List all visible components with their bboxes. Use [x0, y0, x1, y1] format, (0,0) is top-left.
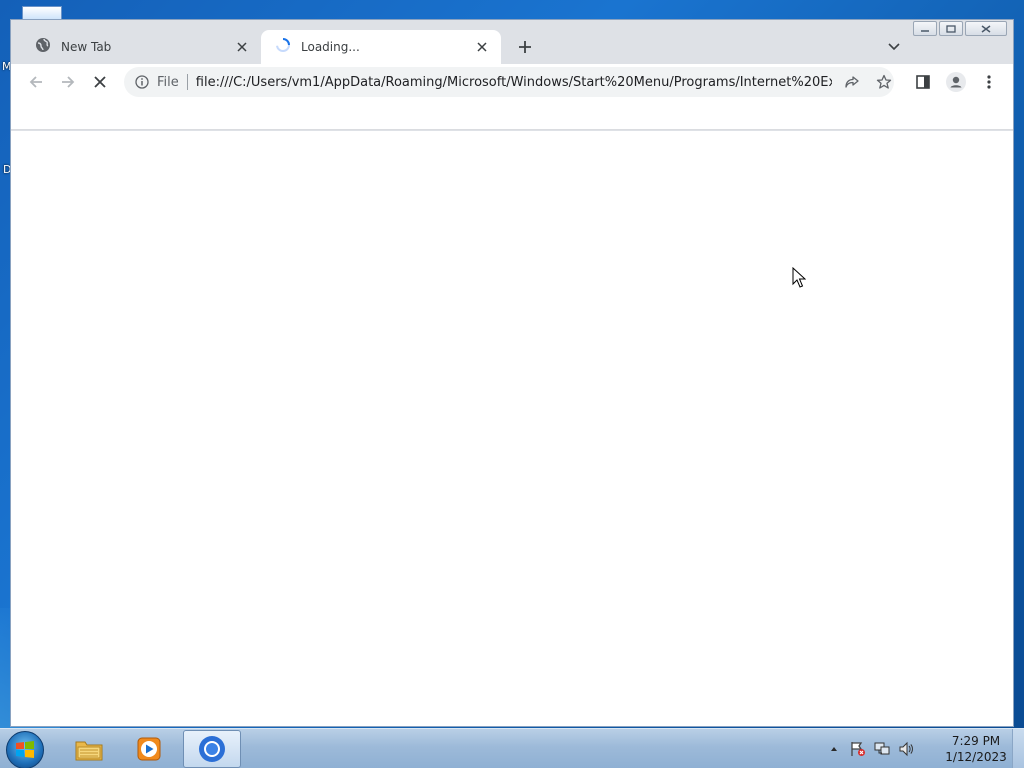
forward-button[interactable] — [54, 68, 82, 96]
desktop-icon[interactable] — [22, 6, 62, 20]
profile-avatar-icon[interactable] — [942, 68, 970, 96]
maximize-button[interactable] — [939, 21, 963, 36]
show-hidden-icons-icon[interactable] — [826, 741, 842, 757]
tab-strip: New Tab Loading... — [11, 20, 1013, 64]
chrome-icon — [199, 736, 225, 762]
scheme-divider — [186, 74, 188, 90]
action-center-flag-icon[interactable] — [850, 741, 866, 757]
more-menu-icon[interactable] — [975, 68, 1003, 96]
tab-new-tab[interactable]: New Tab — [21, 30, 261, 64]
tab-title: Loading... — [301, 40, 360, 54]
stop-loading-button[interactable] — [86, 68, 114, 96]
windows-logo-icon — [16, 741, 34, 758]
window-controls — [913, 21, 1007, 36]
clock-date: 1/12/2023 — [945, 750, 1007, 764]
chevron-down-icon[interactable] — [883, 36, 905, 58]
close-tab-icon[interactable] — [473, 38, 491, 56]
share-icon[interactable] — [842, 72, 862, 92]
show-desktop-button[interactable] — [1012, 729, 1024, 768]
taskbar-chrome[interactable] — [183, 730, 241, 768]
network-icon[interactable] — [874, 741, 890, 757]
page-content[interactable] — [11, 131, 1013, 726]
media-player-icon — [137, 737, 161, 761]
tab-title: New Tab — [61, 40, 112, 54]
scheme-label: File — [157, 74, 179, 90]
info-icon[interactable] — [134, 74, 150, 90]
taskbar-clock[interactable]: 7:29 PM 1/12/2023 — [934, 733, 1018, 765]
bookmark-star-icon[interactable] — [874, 72, 894, 92]
loading-spinner-icon — [275, 37, 291, 57]
chrome-window: New Tab Loading... File file:///C:/Users… — [10, 19, 1014, 727]
bookmark-bar-area — [11, 100, 1013, 130]
windows-explorer-icon — [75, 741, 103, 761]
clock-time: 7:29 PM — [951, 734, 1001, 748]
minimize-button[interactable] — [913, 21, 937, 36]
side-panel-icon[interactable] — [909, 68, 937, 96]
new-tab-button[interactable] — [513, 35, 537, 59]
taskbar: 7:29 PM 1/12/2023 — [0, 728, 1024, 768]
start-button[interactable] — [6, 731, 44, 768]
close-window-button[interactable] — [965, 21, 1007, 36]
tab-loading[interactable]: Loading... — [261, 30, 501, 64]
mouse-cursor-icon — [792, 266, 807, 293]
address-bar[interactable]: File file:///C:/Users/vm1/AppData/Roamin… — [124, 67, 894, 97]
browser-toolbar: File file:///C:/Users/vm1/AppData/Roamin… — [11, 64, 1013, 100]
back-button[interactable] — [22, 68, 50, 96]
system-tray: 7:29 PM 1/12/2023 — [831, 729, 1024, 768]
url-text[interactable]: file:///C:/Users/vm1/AppData/Roaming/Mic… — [196, 75, 832, 90]
taskbar-media-player[interactable] — [120, 730, 178, 768]
volume-icon[interactable] — [898, 741, 914, 757]
close-tab-icon[interactable] — [233, 38, 251, 56]
globe-icon — [35, 37, 51, 57]
taskbar-explorer[interactable] — [60, 730, 118, 768]
